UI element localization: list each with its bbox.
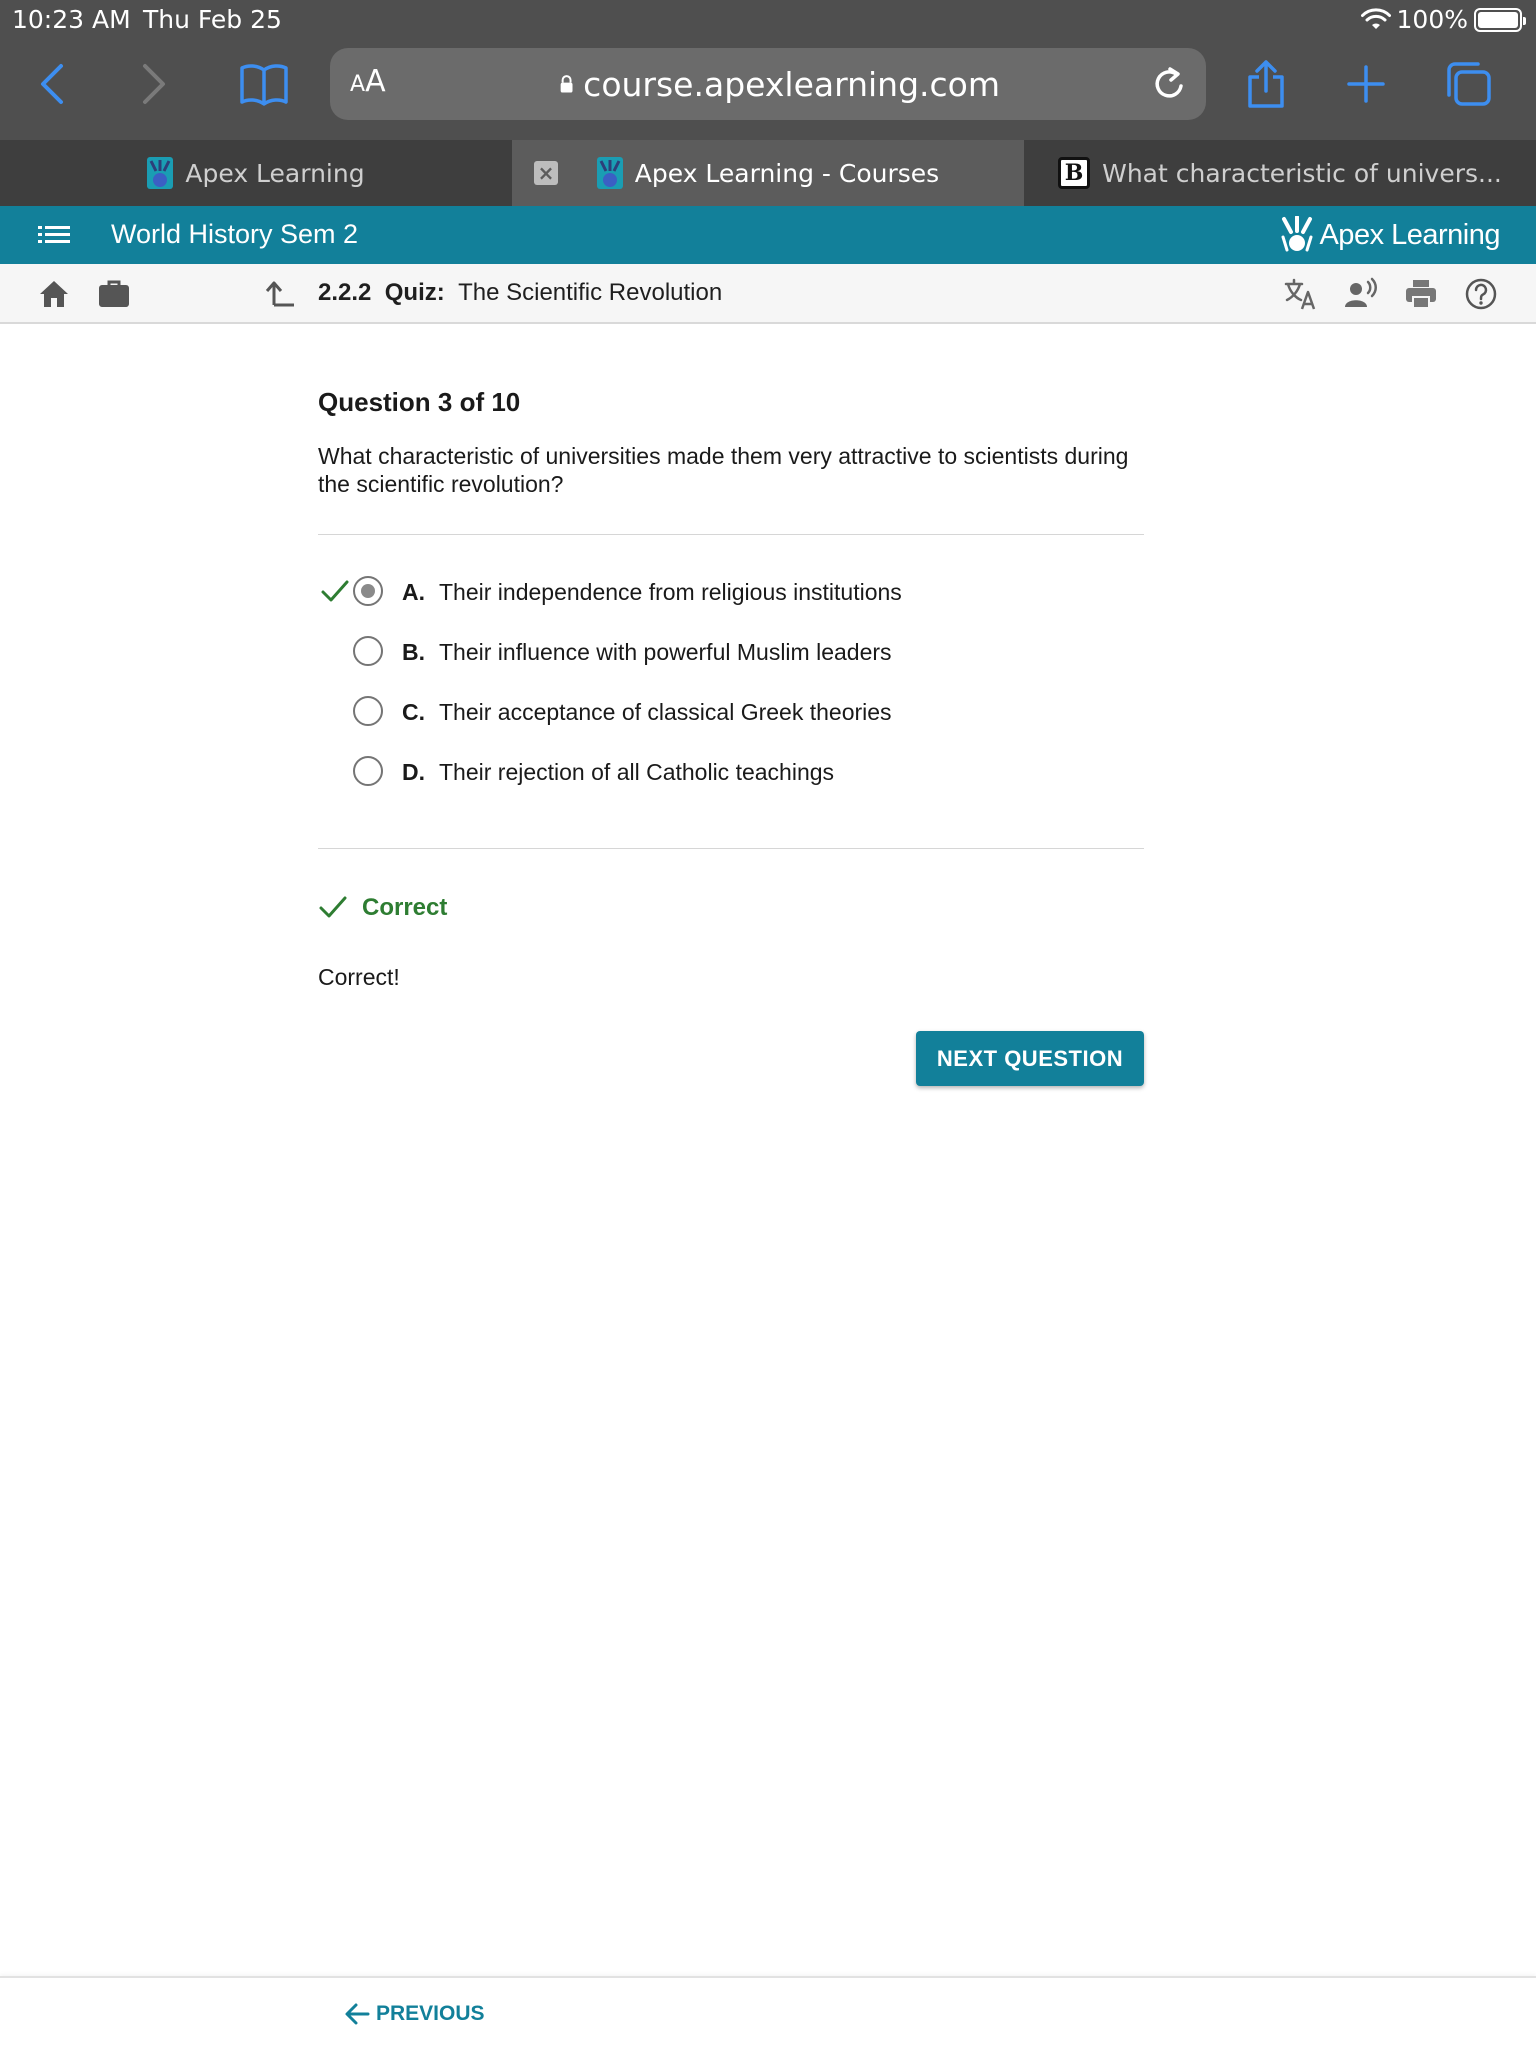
apex-learning-logo: Apex Learning [1281, 216, 1500, 254]
option-letter: C. [402, 699, 425, 725]
brand-name: Apex Learning [1319, 218, 1500, 251]
share-icon [1248, 60, 1284, 108]
forward-button[interactable] [122, 52, 186, 116]
url-text: course.apexlearning.com [583, 64, 1000, 104]
chevron-right-icon [143, 64, 165, 104]
help-icon[interactable] [1464, 277, 1498, 311]
print-icon[interactable] [1404, 277, 1438, 311]
browser-tab-bar: Apex Learning × Apex Learning - Courses … [0, 140, 1536, 206]
text-to-speech-icon[interactable] [1344, 277, 1378, 311]
answer-option-b[interactable]: B. Their influence with powerful Muslim … [318, 626, 1144, 676]
question-counter: Question 3 of 10 [318, 387, 521, 417]
browser-toolbar: AA course.apexlearning.com [0, 40, 1536, 140]
menu-icon[interactable] [38, 220, 70, 250]
apex-favicon-icon [147, 157, 174, 189]
share-button[interactable] [1234, 52, 1298, 116]
close-tab-icon[interactable]: × [534, 161, 558, 185]
footer-nav: PREVIOUS [0, 1976, 1536, 2048]
wifi-icon [1360, 7, 1391, 29]
tab-apex-learning[interactable]: Apex Learning [0, 140, 512, 206]
battery-percent: 100% [1396, 5, 1468, 34]
battery-icon [1474, 7, 1526, 32]
previous-button[interactable]: PREVIOUS [344, 1996, 485, 2032]
lock-icon [560, 75, 573, 93]
apex-logo-icon [1281, 216, 1313, 252]
divider [318, 848, 1144, 849]
activity-name: The Scientific Revolution [458, 279, 723, 306]
option-letter: D. [402, 759, 425, 785]
status-bar: 10:23 AM Thu Feb 25 100% [0, 0, 1536, 40]
status-time: 10:23 AM [12, 5, 131, 34]
option-text: Their independence from religious instit… [439, 579, 902, 605]
previous-label: PREVIOUS [376, 2002, 485, 2025]
briefcase-icon[interactable] [97, 277, 131, 311]
activity-type: Quiz: [384, 279, 445, 306]
tabs-icon [1447, 62, 1491, 106]
tab-apex-learning-courses[interactable]: × Apex Learning - Courses [512, 140, 1024, 206]
feedback-text: Correct! [318, 964, 400, 990]
reload-icon[interactable] [1150, 64, 1190, 104]
bookmarks-button[interactable] [232, 52, 296, 116]
activity-title: 2.2.2 Quiz: The Scientific Revolution [318, 279, 722, 307]
up-level-icon[interactable] [264, 277, 298, 311]
plus-icon [1347, 65, 1385, 103]
home-icon[interactable] [37, 277, 71, 311]
arrow-left-icon [345, 2003, 370, 2025]
result-label: Correct [362, 894, 448, 921]
reader-text-size-button[interactable]: AA [350, 64, 386, 99]
book-icon [240, 64, 288, 106]
chevron-left-icon [41, 64, 63, 104]
option-text: Their influence with powerful Muslim lea… [439, 639, 892, 665]
question-text: What characteristic of universities made… [318, 443, 1129, 497]
radio-button[interactable] [353, 576, 383, 606]
answer-option-c[interactable]: C. Their acceptance of classical Greek t… [318, 686, 1144, 736]
radio-button[interactable] [353, 636, 383, 666]
tab-title: Apex Learning - Courses [634, 158, 940, 188]
answer-option-d[interactable]: D. Their rejection of all Catholic teach… [318, 746, 1144, 796]
url-display[interactable]: course.apexlearning.com [560, 62, 1000, 106]
apex-favicon-icon [596, 157, 623, 189]
tab-brainly-question[interactable]: B What characteristic of univers... [1024, 140, 1536, 206]
app-root: 10:23 AM Thu Feb 25 100% AA course.apexl… [0, 0, 1536, 2048]
course-header: World History Sem 2 Apex Learning [0, 206, 1536, 264]
brainly-favicon-icon: B [1058, 157, 1091, 189]
course-title[interactable]: World History Sem 2 [111, 219, 358, 250]
back-button[interactable] [20, 52, 84, 116]
tab-overview-button[interactable] [1436, 52, 1500, 116]
option-text: Their rejection of all Catholic teaching… [439, 759, 835, 785]
status-date: Thu Feb 25 [143, 5, 282, 34]
status-indicators: 100% [1360, 5, 1526, 34]
activity-header: 2.2.2 Quiz: The Scientific Revolution [0, 264, 1536, 324]
result-status: Correct [318, 888, 447, 928]
new-tab-button[interactable] [1334, 52, 1398, 116]
next-question-button[interactable]: NEXT QUESTION [916, 1031, 1144, 1086]
option-letter: A. [402, 579, 425, 605]
checkmark-icon [319, 896, 347, 918]
answer-option-a[interactable]: A. Their independence from religious ins… [318, 566, 1144, 616]
radio-button[interactable] [353, 696, 383, 726]
divider [318, 534, 1144, 535]
radio-button[interactable] [353, 756, 383, 786]
address-bar[interactable]: AA course.apexlearning.com [330, 48, 1206, 120]
checkmark-icon [321, 580, 349, 602]
option-letter: B. [402, 639, 425, 665]
option-text: Their acceptance of classical Greek theo… [439, 699, 892, 725]
translate-icon[interactable] [1284, 277, 1318, 311]
tab-title: What characteristic of univers... [1102, 158, 1502, 188]
activity-number: 2.2.2 [318, 279, 372, 306]
tab-title: Apex Learning [185, 158, 365, 188]
